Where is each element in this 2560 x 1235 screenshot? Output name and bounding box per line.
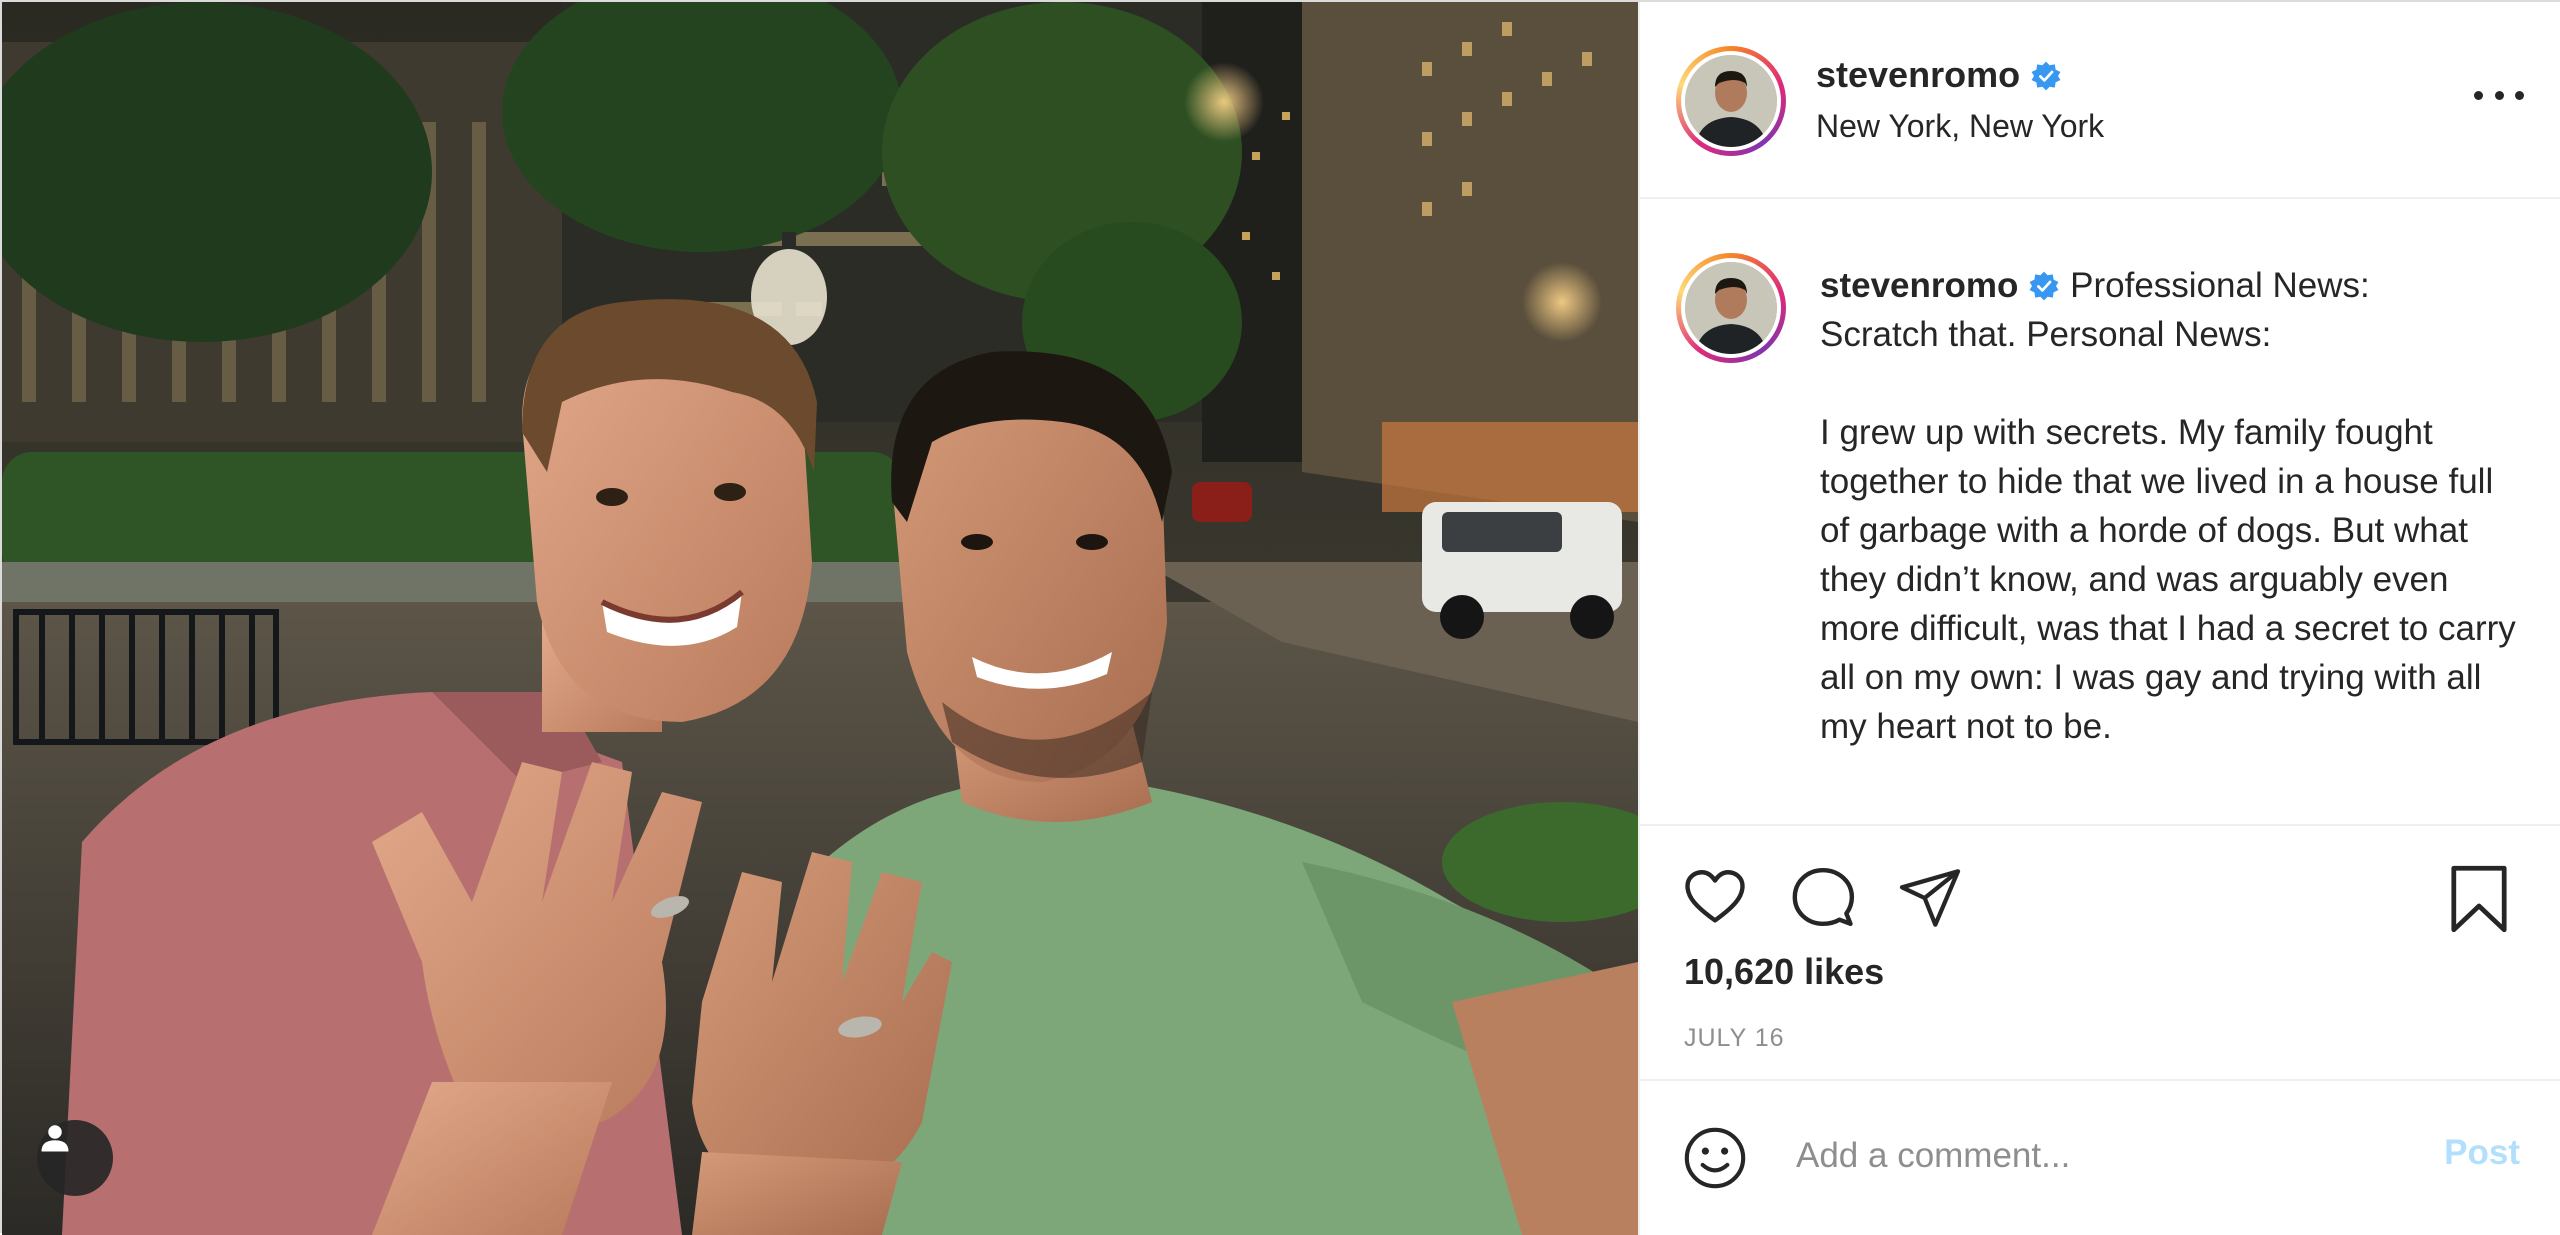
post-details-panel: stevenromo New York, New York stevenromo… — [1638, 2, 2560, 1235]
tagged-users-button[interactable] — [37, 1120, 113, 1196]
author-username[interactable]: stevenromo — [1816, 54, 2020, 95]
caption-username[interactable]: stevenromo — [1820, 266, 2018, 305]
heart-icon[interactable] — [1682, 864, 1748, 930]
bookmark-icon[interactable] — [2448, 864, 2510, 934]
selfie-photo-illustration — [2, 2, 1638, 1235]
post-caption: stevenromo Professional News: Scratch th… — [1820, 261, 2530, 751]
post-location[interactable]: New York, New York — [1816, 108, 2104, 145]
caption-body: I grew up with secrets. My family fought… — [1820, 413, 2516, 746]
caption-author-avatar[interactable] — [1676, 253, 1786, 363]
more-options-icon[interactable] — [2474, 80, 2524, 110]
smiley-icon[interactable] — [1682, 1125, 1748, 1191]
likes-count[interactable]: 10,620 likes — [1684, 951, 1884, 993]
avatar-image — [1685, 55, 1777, 147]
comment-bar: Post — [1640, 1079, 2560, 1235]
post-actions: 10,620 likes JULY 16 — [1640, 824, 2560, 1079]
verified-badge-icon — [2031, 61, 2061, 91]
comment-input[interactable] — [1794, 1125, 2398, 1187]
post-comment-button[interactable]: Post — [2444, 1133, 2520, 1173]
author-name-row: stevenromo — [1816, 54, 2062, 96]
user-tag-icon — [41, 1125, 69, 1152]
verified-badge-icon — [2030, 271, 2059, 301]
paper-plane-icon[interactable] — [1898, 866, 1962, 930]
comment-icon[interactable] — [1790, 864, 1856, 930]
instagram-post: stevenromo New York, New York stevenromo… — [0, 0, 2560, 1235]
avatar-image — [1685, 262, 1777, 354]
author-avatar[interactable] — [1676, 46, 1786, 156]
caption-section: stevenromo Professional News: Scratch th… — [1640, 199, 2560, 824]
post-header: stevenromo New York, New York — [1640, 2, 2560, 199]
post-photo[interactable] — [2, 2, 1638, 1235]
post-date[interactable]: JULY 16 — [1684, 1024, 1785, 1053]
